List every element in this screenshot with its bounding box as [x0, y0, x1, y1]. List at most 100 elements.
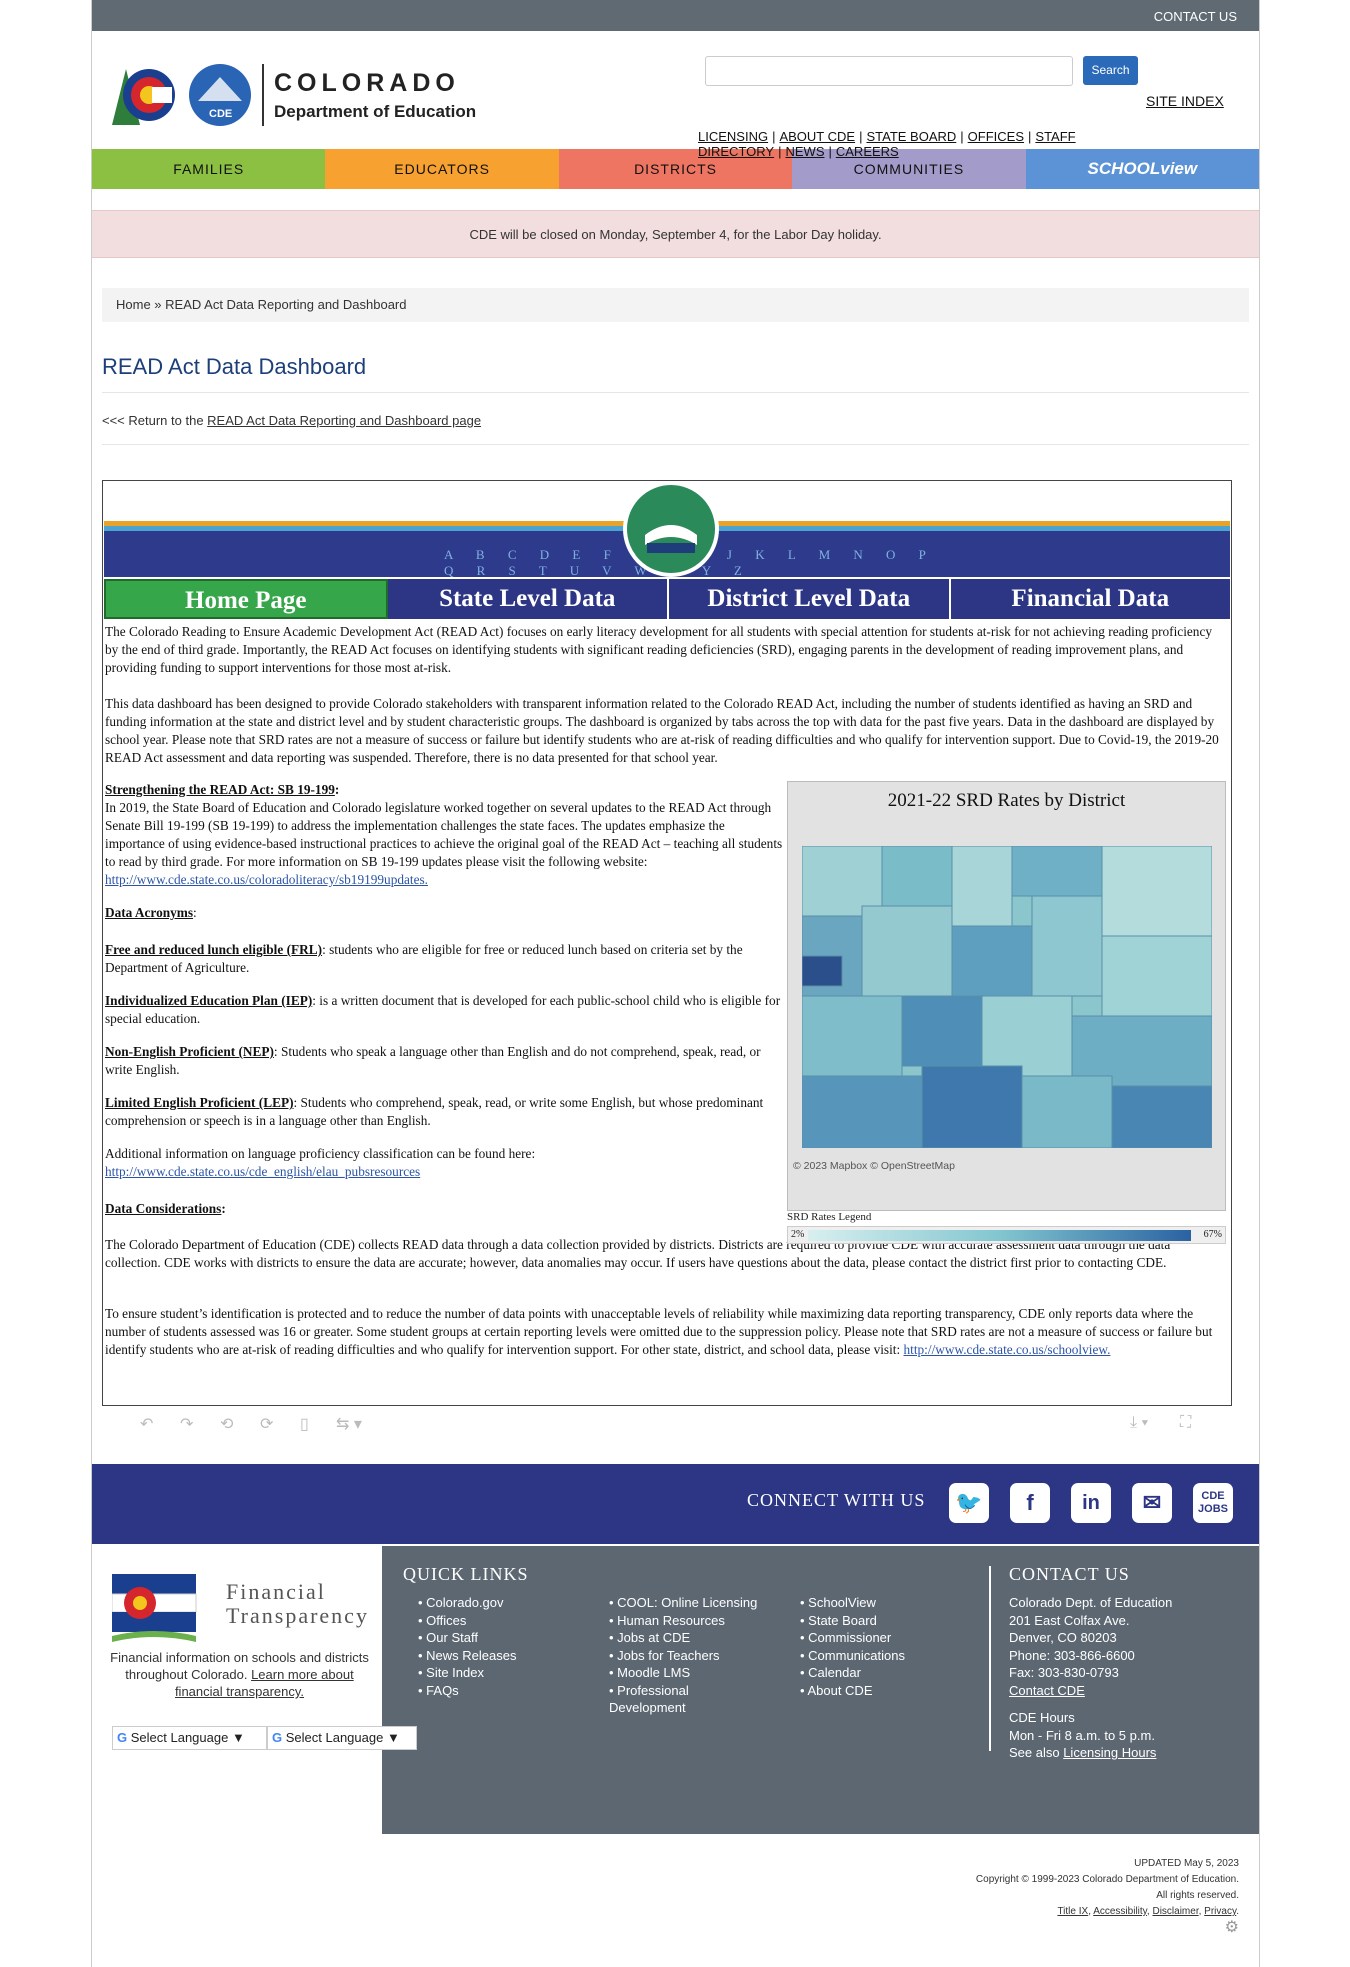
quick-link[interactable]: Human Resources — [609, 1612, 779, 1630]
connect-label: CONNECT WITH US — [747, 1490, 926, 1510]
download-icon[interactable]: ⤓ ▾ — [1130, 1414, 1148, 1432]
linkedin-icon[interactable]: in — [1071, 1483, 1111, 1523]
view-icon[interactable]: ⇆ ▾ — [336, 1414, 362, 1434]
contact-info: Colorado Dept. of Education 201 East Col… — [1009, 1594, 1172, 1762]
legend-title: SRD Rates Legend — [787, 1211, 872, 1223]
breadcrumb[interactable]: Home » READ Act Data Reporting and Dashb… — [102, 288, 1249, 322]
quick-link[interactable]: About CDE — [800, 1682, 905, 1700]
quick-link[interactable]: Calendar — [800, 1664, 905, 1682]
contact-us-link[interactable]: CONTACT US — [1154, 9, 1237, 24]
iep-term: Individualized Education Plan (IEP) — [105, 993, 313, 1008]
quick-link[interactable]: Site Index — [418, 1664, 517, 1682]
quick-link[interactable]: Jobs at CDE — [609, 1629, 779, 1647]
nav-educators[interactable]: EDUCATORS — [325, 149, 559, 189]
considerations-heading: Data Considerations — [105, 1201, 222, 1216]
quick-link[interactable]: SchoolView — [800, 1594, 905, 1612]
search-button[interactable]: Search — [1083, 56, 1138, 85]
iep-def: Individualized Education Plan (IEP): is … — [105, 992, 785, 1028]
licensing-link[interactable]: LICENSING — [698, 129, 768, 144]
quick-links-col-3: SchoolView State Board Commissioner Comm… — [800, 1594, 905, 1699]
tab-district-level-data[interactable]: District Level Data — [669, 579, 951, 619]
connect-bar: CONNECT WITH US 🐦 f in ✉ CDE JOBS — [92, 1464, 1259, 1544]
language-label-1: Select Language — [130, 1730, 229, 1745]
sb-text: In 2019, the State Board of Education an… — [105, 800, 783, 869]
intro-paragraph-1: The Colorado Reading to Ensure Academic … — [105, 624, 1213, 675]
utility-links: LICENSING | ABOUT CDE | STATE BOARD | OFFICES |… — [698, 129, 1076, 159]
news-link[interactable]: NEWS — [785, 144, 824, 159]
google-icon: G — [117, 1730, 128, 1745]
quick-link[interactable]: Commissioner — [800, 1629, 905, 1647]
offices-link[interactable]: OFFICES — [968, 129, 1024, 144]
quick-link[interactable]: Communications — [800, 1647, 905, 1665]
updated-date: UPDATED May 5, 2023 — [1134, 1858, 1239, 1869]
brand-subtitle: Department of Education — [274, 101, 477, 121]
quick-link[interactable]: COOL: Online Licensing — [609, 1594, 779, 1612]
fullscreen-icon[interactable]: ⛶ — [1180, 1414, 1191, 1432]
tab-state-level-data[interactable]: State Level Data — [387, 579, 669, 619]
cde-jobs-icon[interactable]: CDE JOBS — [1193, 1483, 1233, 1523]
return-link-row: <<< Return to the READ Act Data Reportin… — [102, 413, 1249, 445]
licensing-hours-link[interactable]: Licensing Hours — [1063, 1745, 1156, 1760]
logo-divider — [262, 64, 264, 126]
legend-max: 67% — [1203, 1229, 1222, 1240]
quick-link[interactable]: Our Staff — [418, 1629, 517, 1647]
schoolview-link[interactable]: http://www.cde.state.co.us/schoolview. — [904, 1342, 1111, 1357]
read-act-badge-icon — [623, 481, 719, 577]
hours-title: CDE Hours — [1009, 1710, 1075, 1725]
sb-link[interactable]: http://www.cde.state.co.us/coloradoliter… — [105, 872, 428, 887]
facebook-icon[interactable]: f — [1010, 1483, 1050, 1523]
colorado-cde-logo-icon: CDE — [112, 64, 251, 126]
see-also-text: See also — [1009, 1745, 1064, 1760]
financial-transparency-desc: Financial information on schools and dis… — [102, 1649, 377, 1700]
considerations-heading-row: Data Considerations: — [105, 1201, 226, 1216]
additional-info-text: Additional information on language profi… — [105, 1146, 536, 1161]
quick-link[interactable]: Offices — [418, 1612, 517, 1630]
site-index-link[interactable]: SITE INDEX — [1146, 93, 1224, 109]
undo-icon[interactable]: ↶ — [140, 1414, 153, 1434]
additional-info: Additional information on language profi… — [105, 1145, 785, 1181]
colorado-district-map[interactable] — [802, 846, 1212, 1148]
disclaimer-link[interactable]: Disclaimer — [1152, 1906, 1198, 1917]
state-board-link[interactable]: STATE BOARD — [866, 129, 956, 144]
redo-icon[interactable]: ↷ — [180, 1414, 193, 1434]
tableau-dashboard: A B C D E F G H I J K L M N O P Q R S T … — [102, 480, 1232, 1406]
contact-cde-link[interactable]: Contact CDE — [1009, 1682, 1172, 1700]
cde-logo[interactable]: CDE COLORADO Department of Education — [102, 61, 476, 129]
search-input[interactable] — [705, 56, 1073, 86]
privacy-link[interactable]: Privacy — [1204, 1906, 1236, 1917]
about-cde-link[interactable]: ABOUT CDE — [779, 129, 855, 144]
lep-def: Limited English Proficient (LEP): Studen… — [105, 1094, 785, 1130]
tab-financial-data[interactable]: Financial Data — [950, 579, 1230, 619]
careers-link[interactable]: CAREERS — [836, 144, 899, 159]
quick-link[interactable]: Colorado.gov — [418, 1594, 517, 1612]
twitter-icon[interactable]: 🐦 — [949, 1483, 989, 1523]
page-title: READ Act Data Dashboard — [102, 354, 1249, 393]
header: CDE COLORADO Department of Education Sea… — [92, 31, 1259, 159]
top-bar: CONTACT US — [92, 0, 1259, 31]
refresh-icon[interactable]: ⟳ — [260, 1414, 273, 1434]
quick-link[interactable]: Moodle LMS — [609, 1664, 779, 1682]
tab-home-page[interactable]: Home Page — [104, 579, 388, 619]
revert-icon[interactable]: ⟲ — [220, 1414, 233, 1434]
quick-link[interactable]: Jobs for Teachers — [609, 1647, 779, 1665]
srd-map[interactable]: 2021-22 SRD Rates by District © 2023 Map… — [787, 781, 1226, 1211]
accessibility-link[interactable]: Accessibility — [1093, 1906, 1147, 1917]
language-select-1[interactable]: G Select Language ▼ — [112, 1726, 267, 1750]
quick-link[interactable]: FAQs — [418, 1682, 517, 1700]
quick-link[interactable]: News Releases — [418, 1647, 516, 1665]
email-icon[interactable]: ✉ — [1132, 1483, 1172, 1523]
srd-legend: 2% 67% — [787, 1226, 1226, 1244]
frl-def: Free and reduced lunch eligible (FRL): s… — [105, 941, 785, 977]
elau-link[interactable]: http://www.cde.state.co.us/cde_english/e… — [105, 1164, 420, 1179]
return-link[interactable]: READ Act Data Reporting and Dashboard pa… — [207, 413, 481, 428]
quick-link[interactable]: State Board — [800, 1612, 905, 1630]
nav-families[interactable]: FAMILIES — [92, 149, 326, 189]
pause-icon[interactable]: ▯ — [300, 1414, 309, 1434]
financial-transparency-logo-icon — [112, 1574, 197, 1642]
title-ix-link[interactable]: Title IX — [1057, 1906, 1088, 1917]
quick-link[interactable]: Professional Development — [609, 1682, 709, 1717]
copyright-text: Copyright © 1999-2023 Colorado Departmen… — [975, 1874, 1239, 1885]
legend-min: 2% — [791, 1229, 805, 1240]
financial-transparency-title[interactable]: Financial Transparency — [226, 1580, 382, 1628]
language-select-2[interactable]: G Select Language ▼ — [267, 1726, 417, 1750]
